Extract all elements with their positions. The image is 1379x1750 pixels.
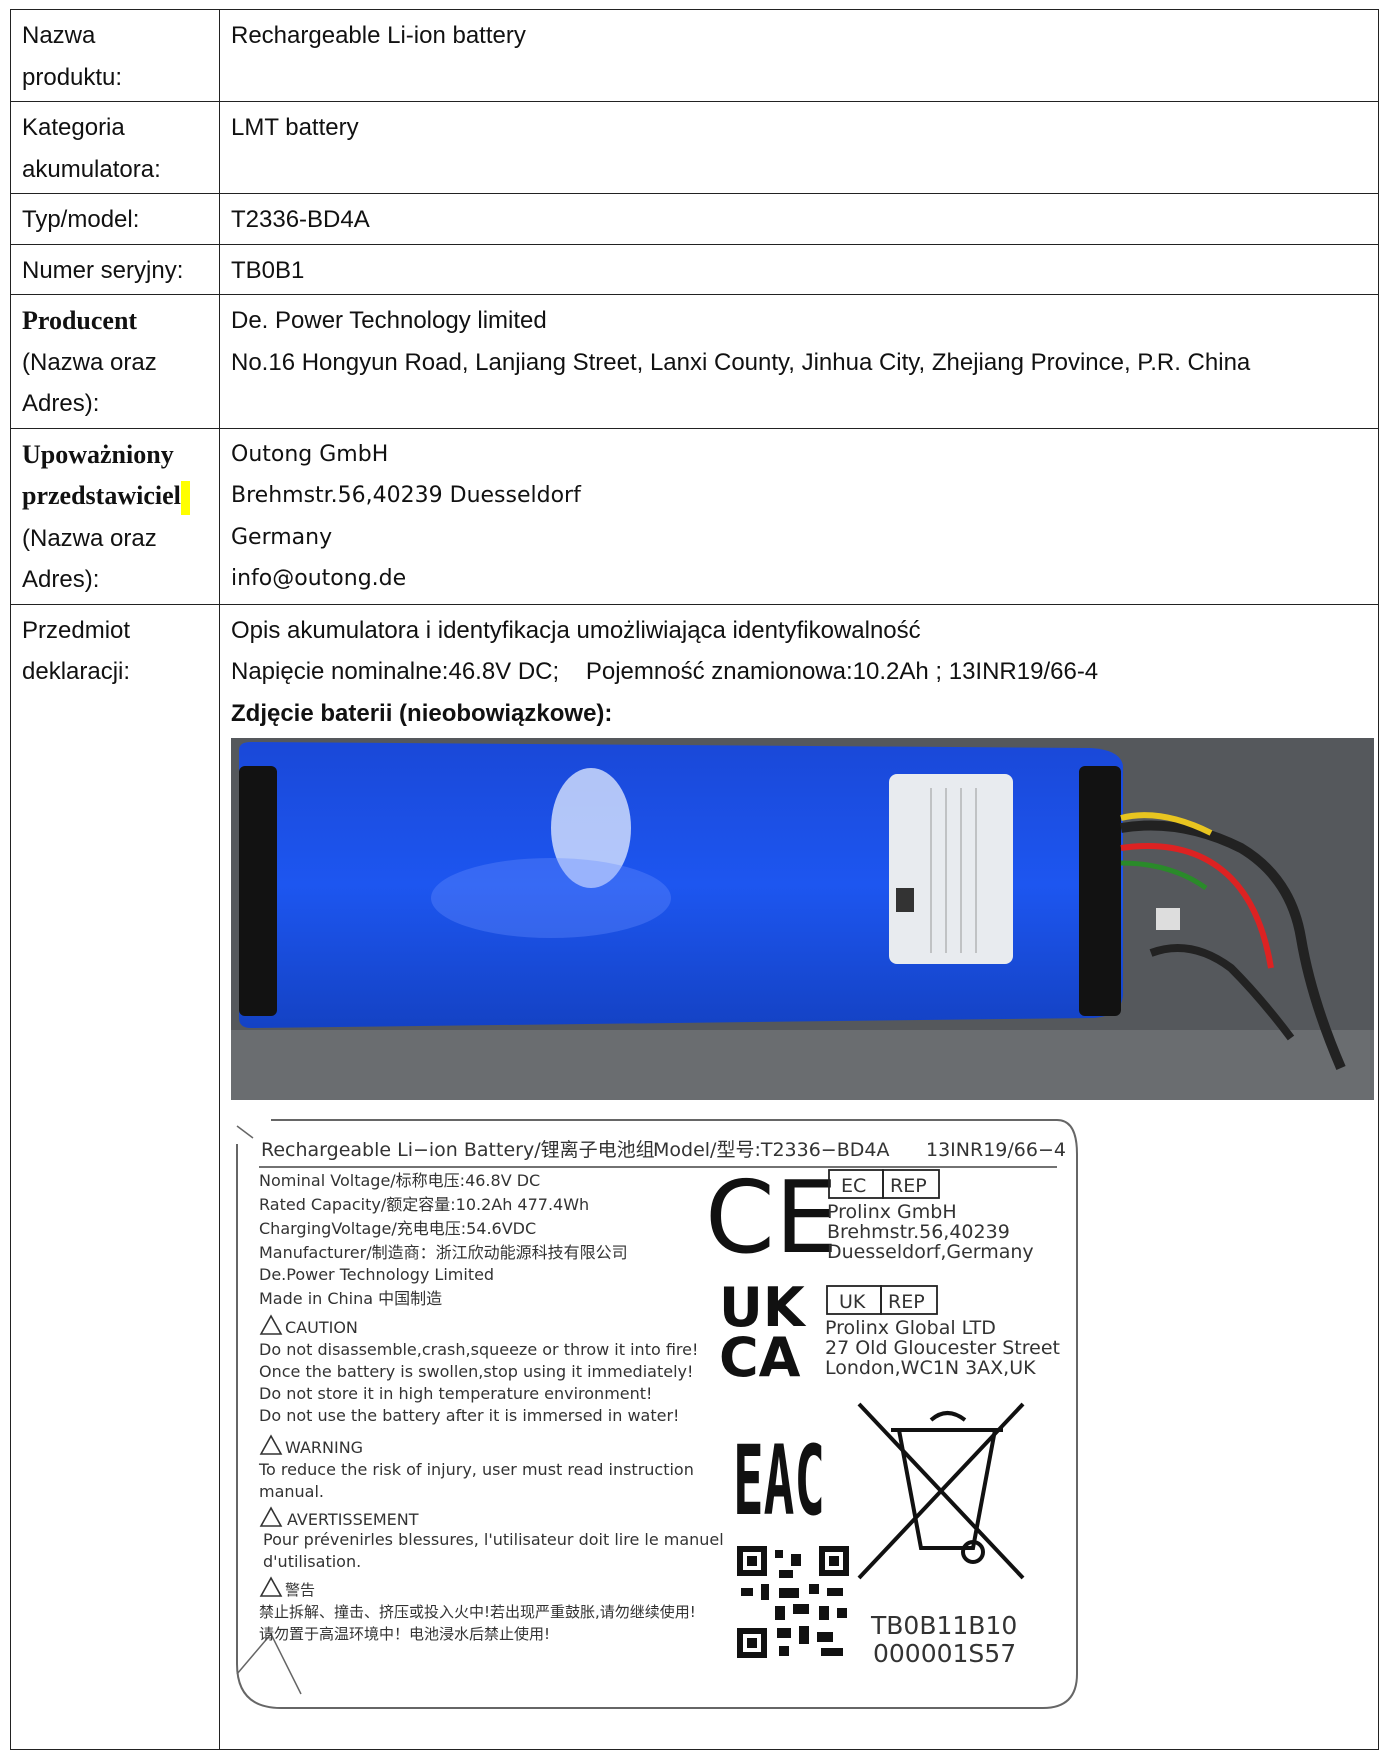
label-text: przedstawiciel [22,481,181,510]
label-line: Rated Capacity/额定容量:10.2Ah 477.4Wh [259,1195,589,1214]
label-model: Model/型号:T2336−BD4A [653,1139,889,1161]
cn-line: 禁止拆解、撞击、挤压或投入火中!若出现严重鼓胀,请勿继续使用! [259,1603,696,1621]
ec-rep-ec: EC [841,1175,866,1197]
subject-line-1: Opis akumulatora i identyfikacja umożliw… [231,616,921,644]
row-producer: Producent (Nazwa oraz Adres): De. Power … [10,294,1379,429]
label-line: akumulatora: [22,155,161,183]
product-name-value: Rechargeable Li-ion battery [219,9,1379,102]
producer-label: Producent (Nazwa oraz Adres): [10,294,220,429]
caution-line: Do not disassemble,crash,squeeze or thro… [259,1340,698,1359]
ec-rep-line: Duesseldorf,Germany [827,1241,1034,1263]
label-line-highlighted: przedstawiciel [22,475,219,518]
producer-address: No.16 Hongyun Road, Lanjiang Street, Lan… [231,348,1251,376]
representative-label: Upoważniony przedstawiciel (Nazwa oraz A… [10,427,220,605]
ec-rep-line: Brehmstr.56,40239 [827,1221,1010,1243]
label-cells: 13INR19/66−4 [926,1139,1066,1161]
producer-name: De. Power Technology limited [231,307,547,334]
rep-email: info@outong.de [231,566,407,591]
battery-photo [231,738,1374,1100]
serial-line: 000001S57 [873,1639,1016,1668]
row-representative: Upoważniony przedstawiciel (Nazwa oraz A… [10,427,1379,605]
cn-title: 警告 [285,1581,315,1599]
cn-line: 请勿置于高温环境中！电池浸水后禁止使用! [259,1625,550,1643]
label-line: Adres): [22,390,100,417]
rep-country: Germany [231,524,333,550]
subject-line-2: Napięcie nominalne:46.8V DC; Pojemność z… [231,658,1099,685]
avert-line: Pour prévenirles blessures, l'utilisateu… [263,1530,724,1549]
warning-line: manual. [259,1482,324,1501]
caution-line: Do not store it in high temperature envi… [259,1384,652,1403]
battery-photo-drawing [231,738,1374,1100]
ce-mark: CE [705,1159,838,1276]
rep-name: Outong GmbH [231,441,389,467]
type-model-label: Typ/model: [10,193,220,245]
battery-label-image: Rechargeable Li−ion Battery/锂离子电池组 Model… [231,1114,1131,1724]
category-value: LMT battery [219,101,1379,194]
uk-rep-line: Prolinx Global LTD [825,1317,996,1339]
producer-value: De. Power Technology limited No.16 Hongy… [219,294,1379,429]
row-product-name: Nazwa produktu: Rechargeable Li-ion batt… [10,9,1379,102]
uk-rep-rep: REP [888,1291,925,1313]
avert-line: d'utilisation. [263,1552,361,1571]
label-line: produktu: [22,63,123,91]
type-model-value: T2336-BD4A [219,193,1379,245]
ec-rep-rep: REP [890,1175,927,1197]
row-type-model: Typ/model: T2336-BD4A [10,193,1379,245]
label-line: (Nazwa oraz [22,524,157,552]
qr-code-icon [737,1546,849,1658]
label-line: Kategoria [22,114,125,141]
label-title: Rechargeable Li−ion Battery/锂离子电池组 [261,1139,655,1161]
label-line: Producent [22,306,138,335]
row-category: Kategoria akumulatora: LMT battery [10,101,1379,194]
eac-mark: EAC [733,1425,825,1537]
ec-rep-line: Prolinx GmbH [827,1201,957,1223]
category-label: Kategoria akumulatora: [10,101,220,194]
label-line: De.Power Technology Limited [259,1265,494,1284]
serial-value: TB0B1 [219,243,1379,295]
subject-label: Przedmiot deklaracji: [10,603,220,1750]
uk-rep-line: 27 Old Gloucester Street [825,1337,1060,1359]
label-line: Upoważniony [22,439,174,469]
label-line: Made in China 中国制造 [259,1289,442,1308]
caution-title: CAUTION [285,1318,358,1337]
row-serial: Numer seryjny: TB0B1 [10,243,1379,295]
label-line: Nominal Voltage/标称电压:46.8V DC [259,1171,540,1190]
label-line: Adres): [22,566,100,593]
warning-line: To reduce the risk of injury, user must … [258,1460,694,1479]
label-line: (Nazwa oraz [22,348,157,376]
battery-label-drawing: Rechargeable Li−ion Battery/锂离子电池组 Model… [236,1119,1078,1709]
declaration-table: Nazwa produktu: Rechargeable Li-ion batt… [10,9,1379,1750]
highlight-mark [180,480,190,515]
avert-title: AVERTISSEMENT [287,1510,419,1529]
serial-line: TB0B11B10 [870,1611,1017,1640]
label-line: Manufacturer/制造商：浙江欣动能源科技有限公司 [259,1243,628,1262]
representative-value: Outong GmbH Brehmstr.56,40239 Duesseldor… [219,427,1379,605]
caution-line: Once the battery is swollen,stop using i… [259,1362,693,1381]
label-line: ChargingVoltage/充电电压:54.6VDC [259,1219,536,1238]
warning-title: WARNING [285,1438,363,1457]
uk-rep-uk: UK [839,1291,866,1313]
row-subject: Przedmiot deklaracji: Opis akumulatora i… [10,603,1379,1750]
serial-label: Numer seryjny: [10,243,220,295]
photo-caption: Zdjęcie baterii (nieobowiązkowe): [231,699,613,727]
rep-street: Brehmstr.56,40239 Duesseldorf [231,483,581,508]
product-name-label: Nazwa produktu: [10,9,220,102]
uk-rep-line: London,WC1N 3AX,UK [825,1357,1036,1379]
subject-value: Opis akumulatora i identyfikacja umożliw… [219,603,1379,1750]
caution-line: Do not use the battery after it is immer… [259,1406,679,1425]
label-line: deklaracji: [22,658,131,685]
ukca-mark-ca: CA [719,1326,801,1389]
label-line: Przedmiot [22,616,131,644]
label-line: Nazwa [22,22,96,49]
